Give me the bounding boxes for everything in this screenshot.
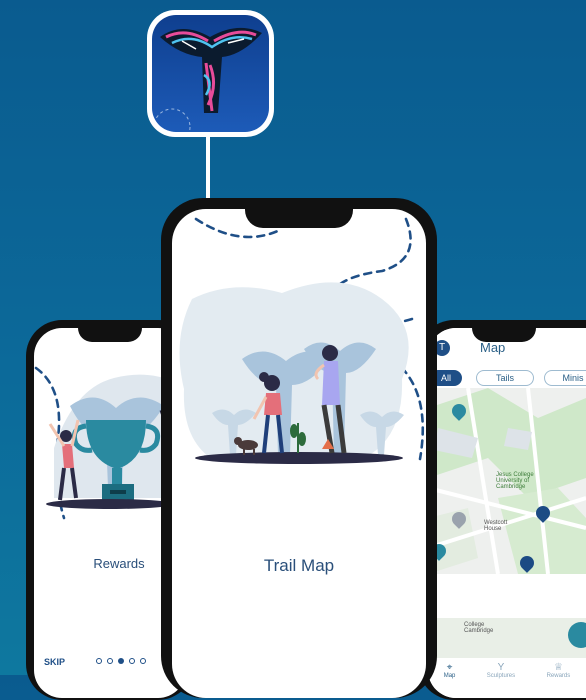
whale-tail-icon [152,15,269,132]
page-dot[interactable] [96,658,102,664]
trail-map-title: Trail Map [263,556,335,575]
map-pin-icon: ⌖ [446,662,453,673]
nav-sculptures[interactable]: Y Sculptures [487,658,515,698]
college2-label: College Cambridge [464,622,494,634]
nav-map[interactable]: ⌖ Map [444,658,456,698]
map-view-lower[interactable]: College Cambridge [428,618,586,658]
center-phone-screen: Trail Map [172,209,426,698]
bottom-nav: ⌖ Map Y Sculptures ♕ Rewards [428,658,586,698]
nav-map-label: Map [443,673,456,679]
skip-button[interactable]: SKIP [44,657,65,667]
tab-minis[interactable]: Minis [544,370,586,386]
center-phone-notch [245,206,353,228]
nav-rewards[interactable]: ♕ Rewards [547,658,571,698]
college-label: Jesus College University of Cambridge [496,472,534,490]
right-phone: T Map All Tails Minis Jesus College Univ… [418,320,586,700]
map-header-title: Map [480,340,506,355]
trail-map-illustration [179,217,424,464]
map-info-card[interactable] [428,574,586,618]
map-view[interactable]: Jesus College University of Cambridge We… [428,388,586,574]
page-dot[interactable] [140,658,146,664]
nav-rewards-label: Rewards [546,673,571,679]
trophy-icon: ♕ [553,662,563,673]
tail-icon: Y [497,662,505,673]
right-phone-screen: T Map All Tails Minis Jesus College Univ… [428,328,586,698]
rewards-title: Rewards [93,556,145,571]
left-phone-notch [78,326,142,342]
page-dot-active[interactable] [118,658,124,664]
app-icon[interactable] [147,10,274,137]
locate-button[interactable] [568,622,586,648]
right-phone-notch [472,326,536,342]
house-label: Westcott House [484,520,508,532]
nav-sculptures-label: Sculptures [486,673,516,679]
page-indicator [96,658,146,664]
page-dot[interactable] [129,658,135,664]
page-dot[interactable] [107,658,113,664]
tab-tails[interactable]: Tails [476,370,534,386]
center-phone: Trail Map [161,198,437,698]
